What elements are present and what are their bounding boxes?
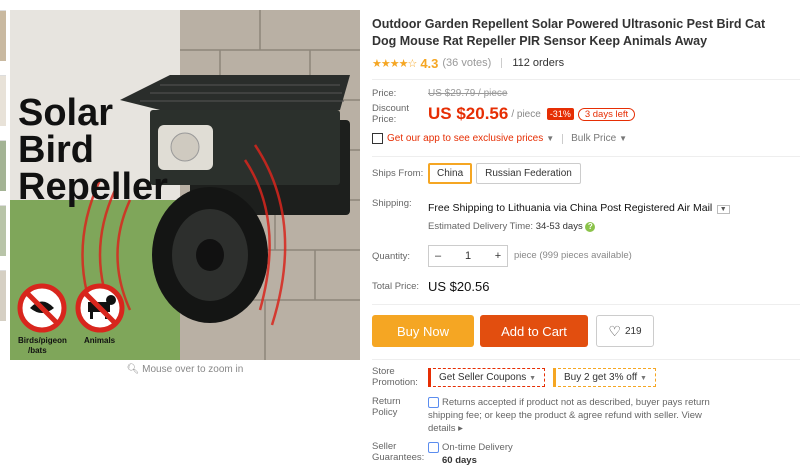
divider	[372, 304, 800, 305]
promotion-label: Store Promotion:	[372, 366, 418, 388]
price-label: Price:	[372, 88, 397, 99]
product-main-image[interactable]: Solar Bird Repeller Birds/pigeon /bats A…	[10, 10, 360, 360]
discount-price-row: Discount Price: US $20.56 / piece -31% 3…	[372, 103, 800, 125]
days-left-badge: 3 days left	[577, 107, 636, 121]
banner-line-1: Solar	[18, 92, 113, 134]
guarantees-list: On-time Delivery 60 days	[428, 441, 718, 467]
chevron-down-icon: ▼	[619, 134, 628, 143]
seller-coupons-button[interactable]: Get Seller Coupons ▼	[428, 367, 545, 387]
shipping-label: Shipping:	[372, 198, 412, 209]
shipping-method[interactable]: Free Shipping to Lithuania via China Pos…	[428, 202, 712, 214]
wishlist-count: 219	[624, 325, 642, 337]
ships-from-label: Ships From:	[372, 168, 424, 179]
guarantees-label: Seller Guarantees:	[372, 441, 425, 463]
product-image-graphic: Solar Bird Repeller Birds/pigeon /bats A…	[10, 10, 360, 360]
total-price: US $20.56	[428, 279, 490, 294]
rating-value: 4.3	[420, 55, 439, 71]
svg-text:/bats: /bats	[28, 346, 47, 355]
zoom-hint: 🔍︎ Mouse over to zoom in	[10, 364, 360, 375]
ships-from-russia[interactable]: Russian Federation	[476, 163, 581, 184]
banner-line-2: Bird	[18, 129, 94, 171]
votes-link[interactable]: (36 votes)	[442, 57, 491, 69]
divider	[372, 156, 800, 157]
original-price: US $29.79 / piece	[428, 88, 508, 99]
quantity-available: piece (999 pieces available)	[514, 250, 632, 261]
help-icon[interactable]: ?	[585, 222, 596, 232]
original-price-row: Price: US $29.79 / piece	[372, 88, 800, 99]
divider	[372, 359, 800, 360]
product-title: Outdoor Garden Repellent Solar Powered U…	[372, 17, 766, 48]
quantity-input[interactable]: 1	[447, 246, 489, 266]
thumbnail-4[interactable]	[0, 205, 6, 256]
coupon1-text: Get Seller Coupons	[439, 371, 527, 383]
rating-stars-icon[interactable]: ★★★★☆	[372, 57, 417, 70]
heart-icon: ♡	[608, 322, 621, 339]
chevron-down-icon: ▼	[529, 374, 536, 382]
quantity-decrease-button[interactable]: –	[429, 246, 447, 266]
buy-now-button[interactable]: Buy Now	[372, 315, 474, 347]
quantity-stepper: – 1 +	[428, 245, 508, 267]
total-row: Total Price: US $20.56	[372, 279, 800, 294]
ships-from-china[interactable]: China	[428, 163, 473, 184]
clock-icon	[428, 441, 439, 453]
delivery-value: 34-53 days	[535, 221, 583, 232]
quantity-row: Quantity: – 1 + piece (999 pieces availa…	[372, 245, 800, 267]
quantity-increase-button[interactable]: +	[489, 246, 507, 266]
thumbnail-2[interactable]	[0, 75, 6, 126]
shipping-row: Shipping: Free Shipping to Lithuania via…	[372, 198, 800, 232]
bulk-discount-button[interactable]: Buy 2 get 3% off ▼	[553, 367, 656, 387]
divider	[501, 58, 503, 68]
wishlist-button[interactable]: ♡ 219	[596, 315, 654, 347]
orders-count: 112 orders	[512, 57, 565, 69]
thumbnail-5[interactable]	[0, 270, 6, 321]
app-promo-link[interactable]: Get our app to see exclusive prices	[387, 133, 543, 144]
on-time-delivery: On-time Delivery	[442, 442, 513, 453]
no-animals-icon	[75, 283, 125, 333]
qr-code-icon	[372, 133, 383, 144]
promotion-row: Store Promotion: Get Seller Coupons ▼ Bu…	[372, 366, 800, 388]
zoom-hint-text: Mouse over to zoom in	[142, 364, 244, 375]
icon2-label: Animals	[84, 336, 116, 345]
add-to-cart-button[interactable]: Add to Cart	[480, 315, 588, 347]
quantity-label: Quantity:	[372, 250, 411, 262]
chevron-down-icon: ▼	[546, 134, 555, 143]
return-policy-row: Return Policy Returns accepted if produc…	[372, 396, 800, 435]
ships-from-row: Ships From: China Russian Federation	[372, 163, 800, 184]
total-label: Total Price:	[372, 281, 419, 292]
thumbnail-1[interactable]	[0, 10, 6, 61]
guarantee-days: 60 days	[442, 455, 477, 466]
discount-label: Discount Price:	[372, 103, 409, 125]
coupon2-text: Buy 2 get 3% off	[564, 371, 638, 383]
action-buttons: Buy Now Add to Cart ♡ 219	[372, 315, 800, 347]
price-unit: / piece	[511, 108, 541, 120]
thumbnail-3[interactable]	[0, 140, 6, 191]
discount-badge: -31%	[546, 108, 574, 120]
no-birds-icon	[17, 283, 67, 333]
delivery-label: Estimated Delivery Time:	[428, 221, 534, 232]
icon1-label: Birds/pigeon	[18, 336, 67, 345]
banner-line-3: Repeller	[18, 166, 168, 208]
divider	[562, 133, 564, 144]
return-policy-label: Return Policy	[372, 396, 401, 418]
bulk-price-link[interactable]: Bulk Price	[571, 133, 616, 144]
guarantees-row: Seller Guarantees: On-time Delivery 60 d…	[372, 441, 800, 467]
magnifier-icon: 🔍︎	[126, 364, 140, 375]
price-box: Price: US $29.79 / piece Discount Price:…	[372, 79, 800, 144]
shield-icon	[428, 396, 439, 408]
rating-row: ★★★★☆ 4.3 (36 votes) 112 orders	[372, 55, 800, 71]
app-promo-row: Get our app to see exclusive prices ▼ Bu…	[372, 133, 800, 144]
delivery-time: Estimated Delivery Time: 34-53 days ?	[428, 221, 730, 232]
return-policy-body: Returns accepted if product not as descr…	[428, 397, 710, 421]
chevron-down-icon[interactable]: ▼	[716, 205, 730, 214]
discount-price: US $20.56	[428, 104, 509, 123]
return-policy-text: Returns accepted if product not as descr…	[428, 396, 718, 435]
chevron-down-icon: ▼	[639, 374, 647, 382]
thumbnail-strip	[0, 10, 6, 335]
product-info: Outdoor Garden Repellent Solar Powered U…	[372, 0, 800, 467]
